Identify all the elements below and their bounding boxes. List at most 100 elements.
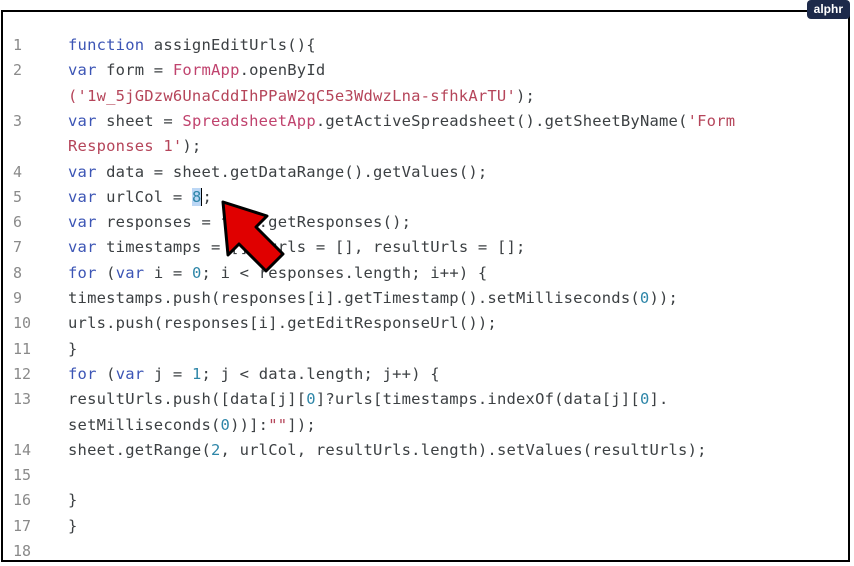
code-token: var [115,364,145,383]
code-line: 1 function assignEditUrls(){ [3,33,848,58]
code-line: 13 resultUrls.push([data[j][0]?urls[times… [3,387,848,412]
code-token: .openById [239,61,326,80]
code-token: ; j < data.length; j++) { [201,364,440,383]
code-token: sheet = [96,111,183,130]
code-token: FormApp [172,61,240,80]
code-line: 16} [3,488,848,513]
code-token: assignEditUrls(){ [144,36,316,54]
code-text[interactable]: urls.push(responses[i].getEditResponseUr… [68,311,497,336]
code-text[interactable]: var timestamps = [], urls = [], resultUr… [68,235,526,260]
line-number: 12 [13,364,32,383]
code-text[interactable]: var form = FormApp.openById [68,58,325,83]
line-number: 4 [13,162,23,181]
code-token: } [68,339,78,358]
code-line: 17} [3,514,848,539]
code-token: 1 [191,364,202,383]
code-token: ]?urls[timestamps.indexOf(data[j][ [315,390,640,409]
code-token: i = [144,263,192,282]
code-token: } [68,516,78,535]
code-token: ]. [649,390,669,409]
line-number: 17 [13,516,32,535]
code-token: 0 [306,390,316,409]
code-line: 2 var form = FormApp.openById [3,58,848,83]
code-token: for [68,364,97,383]
code-text[interactable]: setMilliseconds(0))]:""]); [68,413,316,438]
line-number: 9 [13,289,23,307]
code-token: for [68,263,97,282]
code-token: ('1w_5jGDzw6UnaCddIhPPaW2qC5e3WdwzLna-sf… [68,86,516,105]
code-token: ); [182,137,202,156]
code-token: urlCol = [96,187,192,206]
line-number: 1 [13,36,23,54]
code-token: 0 [191,263,202,282]
code-text[interactable]: for (var j = 1; j < data.length; j++) { [68,362,440,387]
code-line: 15 [3,463,848,488]
code-token: data = sheet.getDataRange().getValues(); [96,162,488,181]
code-token: ( [96,263,116,282]
code-screenshot-frame: 1 function assignEditUrls(){ 2 var form = F… [1,10,850,562]
code-token: , urlCol, resultUrls.length).setValues(r… [220,440,707,459]
code-line: 9 timestamps.push(responses[i].getTimesta… [3,286,848,311]
line-number: 3 [13,111,23,130]
line-number: 14 [13,440,32,459]
code-text[interactable]: Responses 1'); [68,134,201,159]
code-line: 5 var urlCol = 8; [3,185,848,210]
code-line: 11} [3,337,848,362]
code-line: 4 var data = sheet.getDataRange().getValu… [3,160,848,185]
code-token: .getActiveSpreadsheet().getSheetByName( [315,111,688,130]
code-line: 3 var sheet = SpreadsheetApp.getActiveSpr… [3,109,848,134]
brand-logo: alphr [806,0,850,19]
code-token: resultUrls.push([data[j][ [68,390,307,409]
line-number: 7 [13,238,23,257]
code-token: ); [516,86,536,105]
code-token: setMilliseconds( [68,415,221,434]
code-token: ( [96,364,116,383]
line-number: 11 [13,339,32,358]
code-text[interactable]: } [68,514,78,539]
line-number: 13 [13,390,32,409]
line-number: 5 [13,187,23,206]
code-token: function [68,36,145,54]
code-token: var [68,213,97,232]
code-text[interactable]: function assignEditUrls(){ [68,33,316,58]
line-number: 6 [13,213,23,232]
code-text[interactable]: var urlCol = 8; [68,185,212,210]
code-token: var [68,187,97,206]
code-line: 8 for (var i = 0; i < responses.length; i… [3,261,848,286]
line-number: 2 [13,61,23,80]
code-line: setMilliseconds(0))]:""]); [3,413,848,438]
code-text[interactable]: } [68,337,78,362]
line-number: 8 [13,263,23,282]
code-line: 12 for (var j = 1; j < data.length; j++) … [3,362,848,387]
line-number: 10 [13,314,32,333]
code-text[interactable]: resultUrls.push([data[j][0]?urls[timesta… [68,387,669,412]
code-token: Responses 1' [68,137,183,156]
code-token: "" [268,415,288,434]
line-number: 15 [13,466,32,485]
code-line: 10 urls.push(responses[i].getEditResponse… [3,311,848,336]
code-text[interactable]: var sheet = SpreadsheetApp.getActiveSpre… [68,109,735,134]
line-number: 18 [13,542,32,560]
line-number: 16 [13,491,32,510]
code-token: var [115,263,145,282]
code-token: var [68,61,97,80]
code-token: } [68,491,78,510]
code-token: 'Form [687,111,736,130]
code-token: urls.push(responses[i].getEditResponseUr… [68,314,497,333]
code-text[interactable]: sheet.getRange(2, urlCol, resultUrls.len… [68,438,707,463]
code-line: 18 [3,539,848,564]
code-token: )); [649,289,679,307]
code-text[interactable]: ('1w_5jGDzw6UnaCddIhPPaW2qC5e3WdwzLna-sf… [68,84,535,109]
code-line: 7 var timestamps = [], urls = [], resultU… [3,235,848,260]
code-token: ]); [287,415,316,434]
code-token: ))]: [230,415,269,434]
code-text[interactable]: } [68,488,78,513]
code-token: 0 [220,415,231,434]
code-line: 6 var responses = form.getResponses(); [3,210,848,235]
code-line: 14 sheet.getRange(2, urlCol, resultUrls.l… [3,438,848,463]
selected-token: 8 [191,187,202,206]
code-text[interactable]: var data = sheet.getDataRange().getValue… [68,160,487,185]
code-text[interactable]: timestamps.push(responses[i].getTimestam… [68,286,678,311]
code-line: ('1w_5jGDzw6UnaCddIhPPaW2qC5e3WdwzLna-sf… [3,84,848,109]
code-token: sheet.getRange( [68,440,211,459]
